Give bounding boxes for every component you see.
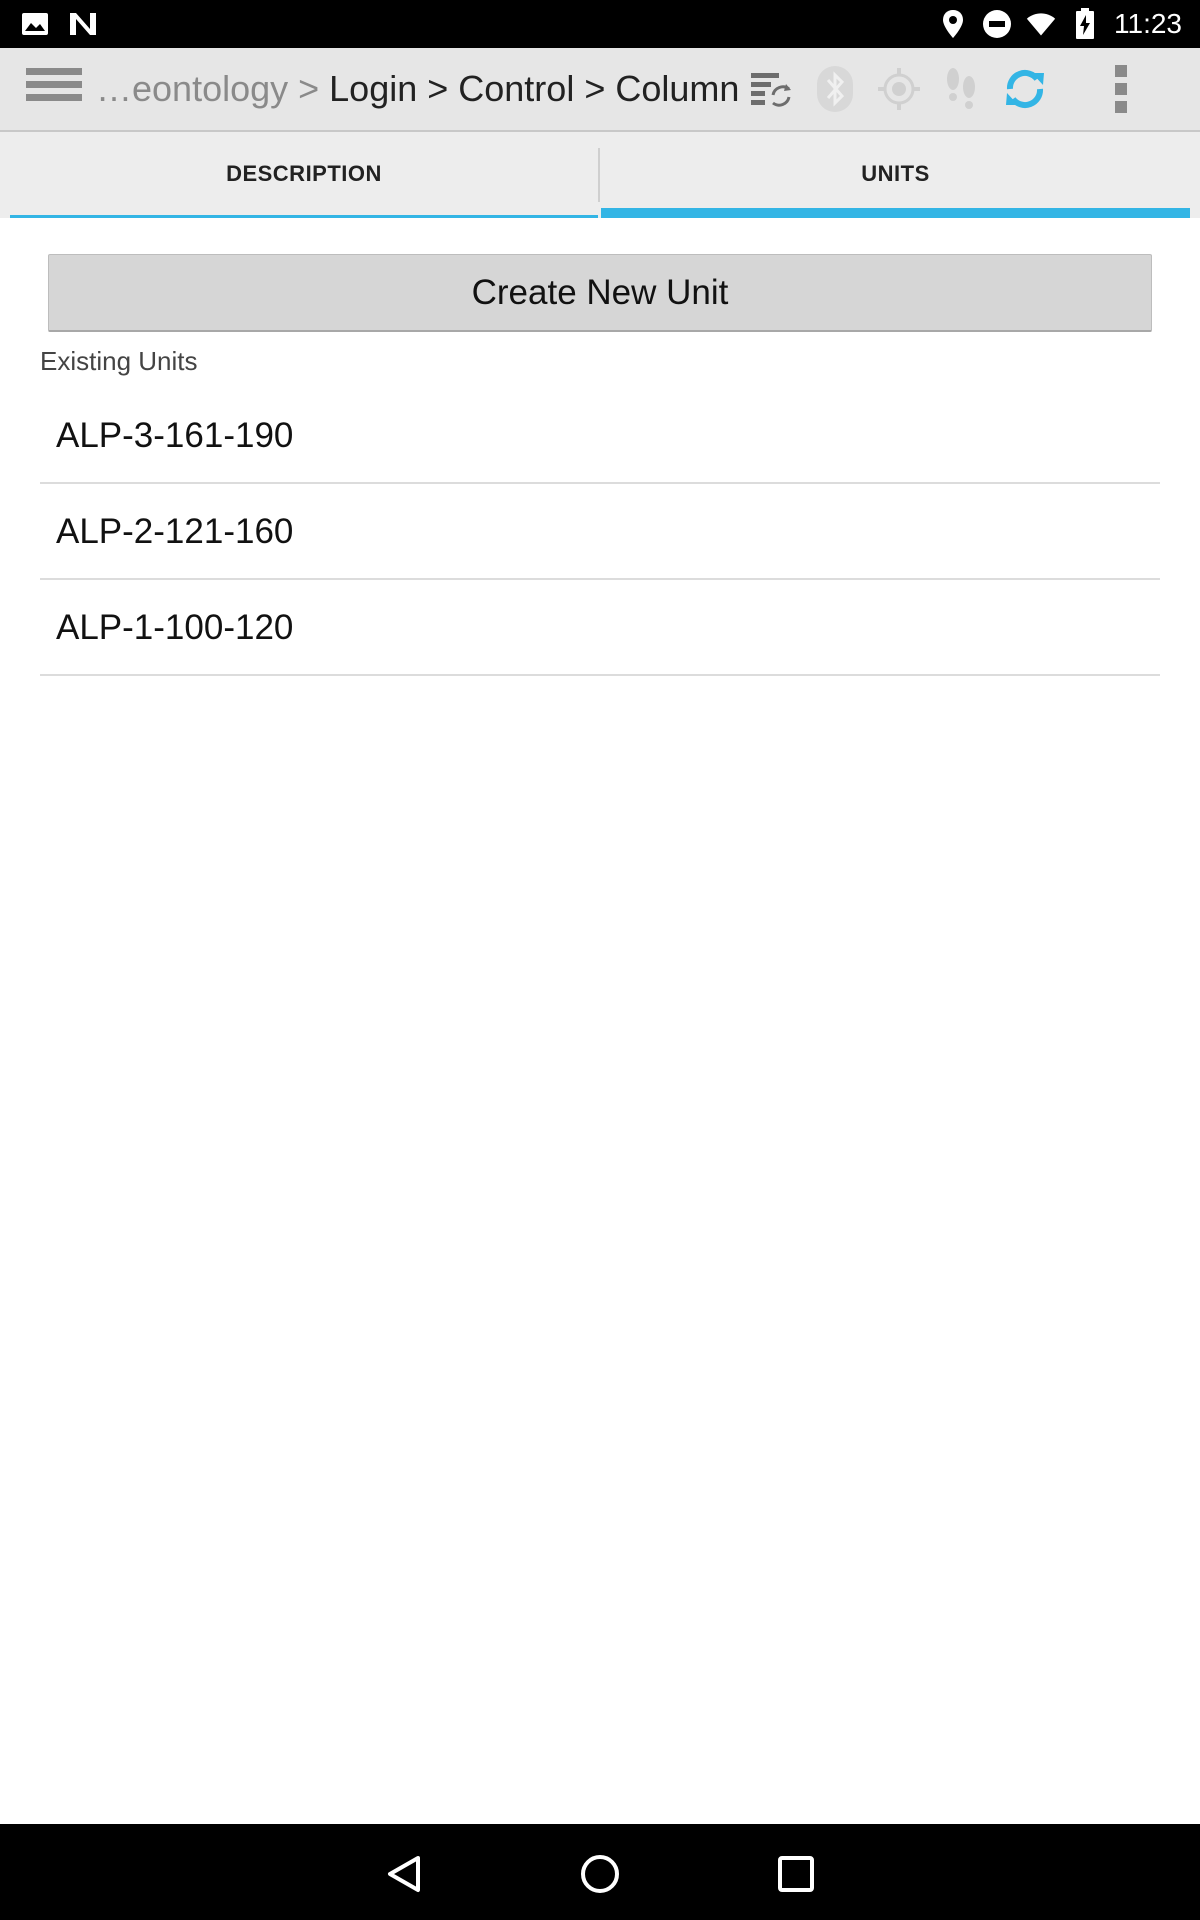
sync-records-icon[interactable] <box>746 64 796 114</box>
tab-description[interactable]: DESCRIPTION <box>10 132 598 218</box>
footsteps-icon[interactable] <box>936 64 986 114</box>
wifi-icon <box>1026 9 1056 39</box>
list-item[interactable]: ALP-1-100-120 <box>40 580 1160 676</box>
hamburger-menu-icon[interactable] <box>26 68 82 110</box>
tab-divider <box>598 148 600 202</box>
tab-units-label: UNITS <box>861 161 930 186</box>
gps-icon[interactable] <box>874 64 924 114</box>
tab-units[interactable]: UNITS <box>601 132 1190 218</box>
tab-description-label: DESCRIPTION <box>226 161 382 186</box>
units-panel: Create New Unit Existing Units ALP-3-161… <box>10 218 1190 1824</box>
list-item[interactable]: ALP-3-161-190 <box>40 388 1160 484</box>
bluetooth-icon[interactable] <box>810 64 860 114</box>
status-bar: 11:23 <box>0 0 1200 48</box>
status-clock: 11:23 <box>1114 8 1182 39</box>
breadcrumb-prefix[interactable]: …eontology > <box>96 68 329 109</box>
location-icon <box>938 9 968 39</box>
refresh-icon[interactable] <box>1000 64 1050 114</box>
unit-list: ALP-3-161-190 ALP-2-121-160 ALP-1-100-12… <box>40 388 1160 676</box>
home-icon[interactable] <box>572 1846 628 1902</box>
overflow-menu-icon[interactable] <box>1096 64 1146 114</box>
recents-icon[interactable] <box>768 1846 824 1902</box>
navigation-bar <box>0 1824 1200 1920</box>
breadcrumb: …eontology > Login > Control > Column <box>96 66 739 112</box>
battery-charging-icon <box>1070 8 1100 39</box>
breadcrumb-path[interactable]: Login > Control > Column <box>329 68 739 109</box>
tab-units-indicator <box>601 208 1190 218</box>
n-logo-icon <box>68 9 98 39</box>
action-bar: …eontology > Login > Control > Column <box>0 48 1200 132</box>
image-icon <box>20 9 50 39</box>
back-icon[interactable] <box>376 1846 432 1902</box>
existing-units-label: Existing Units <box>40 346 198 376</box>
list-item[interactable]: ALP-2-121-160 <box>40 484 1160 580</box>
create-new-unit-button[interactable]: Create New Unit <box>48 254 1152 332</box>
tab-bar: DESCRIPTION UNITS <box>0 132 1200 218</box>
do-not-disturb-icon <box>982 9 1012 39</box>
